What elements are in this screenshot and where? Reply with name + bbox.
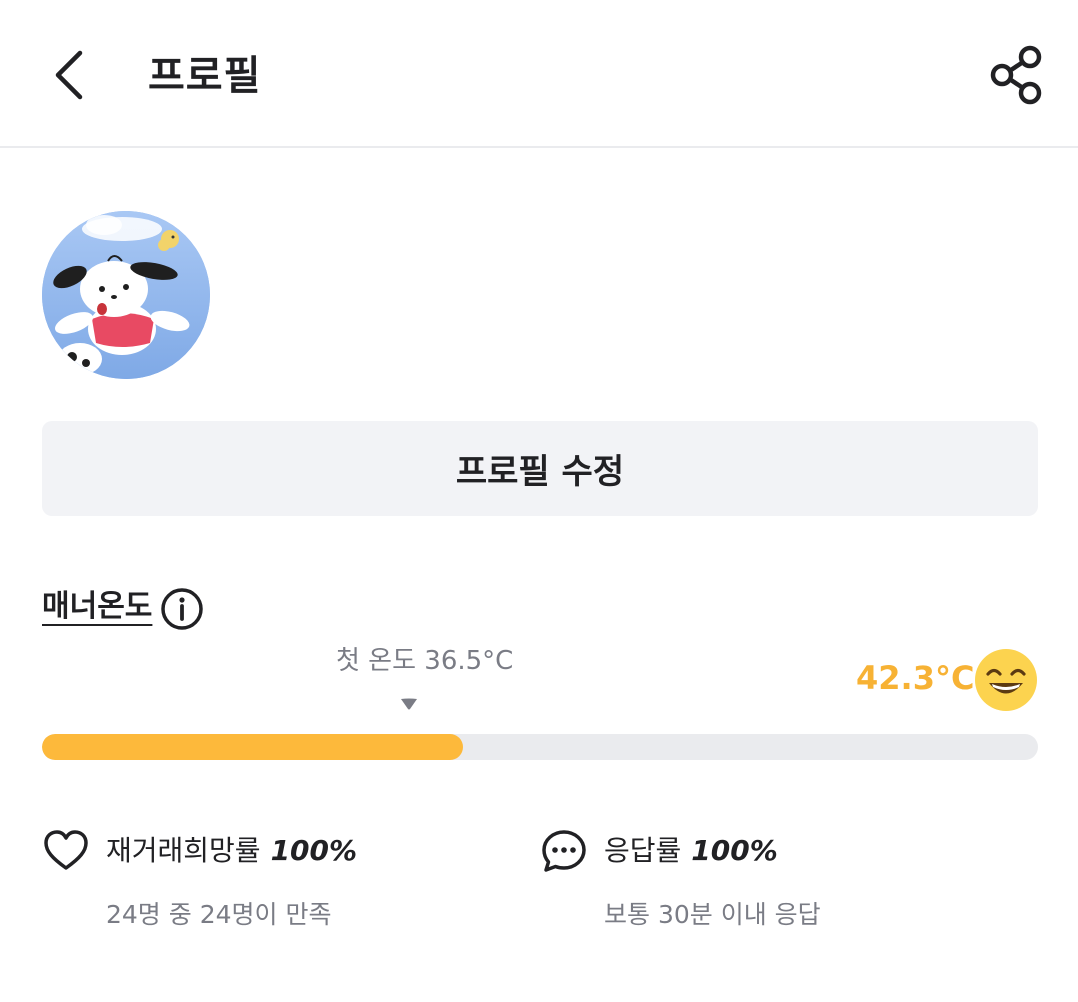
rebuy-rate-label: 재거래희망률 (106, 834, 261, 867)
heart-icon (44, 830, 88, 870)
manner-temperature-label[interactable]: 매너온도 (42, 586, 152, 628)
share-icon (990, 45, 1042, 105)
manner-temperature-bar (42, 734, 1038, 760)
smiling-face-icon (975, 649, 1037, 711)
info-icon[interactable] (160, 587, 204, 631)
response-rate-label: 응답률 (604, 834, 682, 867)
avatar-image (42, 211, 210, 379)
current-temperature: 42.3°C (856, 659, 975, 697)
response-rate-detail: 보통 30분 이내 응답 (604, 900, 821, 929)
page-title: 프로필 (148, 53, 262, 99)
header-bar: 프로필 (0, 0, 1078, 148)
edit-profile-button[interactable]: 프로필 수정 (42, 421, 1038, 516)
chevron-left-icon (55, 50, 83, 100)
rebuy-rate-value: 100% (270, 834, 358, 867)
manner-temperature-bar-fill (42, 734, 464, 760)
first-temperature-marker-icon (401, 698, 417, 710)
chat-bubble-icon (542, 830, 586, 872)
share-button[interactable] (984, 40, 1050, 110)
response-rate-stat: 응답률 100% (540, 826, 778, 876)
back-button[interactable] (40, 40, 100, 110)
response-rate-value: 100% (691, 834, 778, 867)
avatar[interactable] (42, 211, 210, 379)
first-temperature-label: 첫 온도 36.5°C (336, 646, 514, 676)
rebuy-rate-stat: 재거래희망률 100% (42, 826, 357, 876)
rebuy-rate-detail: 24명 중 24명이 만족 (106, 900, 332, 929)
